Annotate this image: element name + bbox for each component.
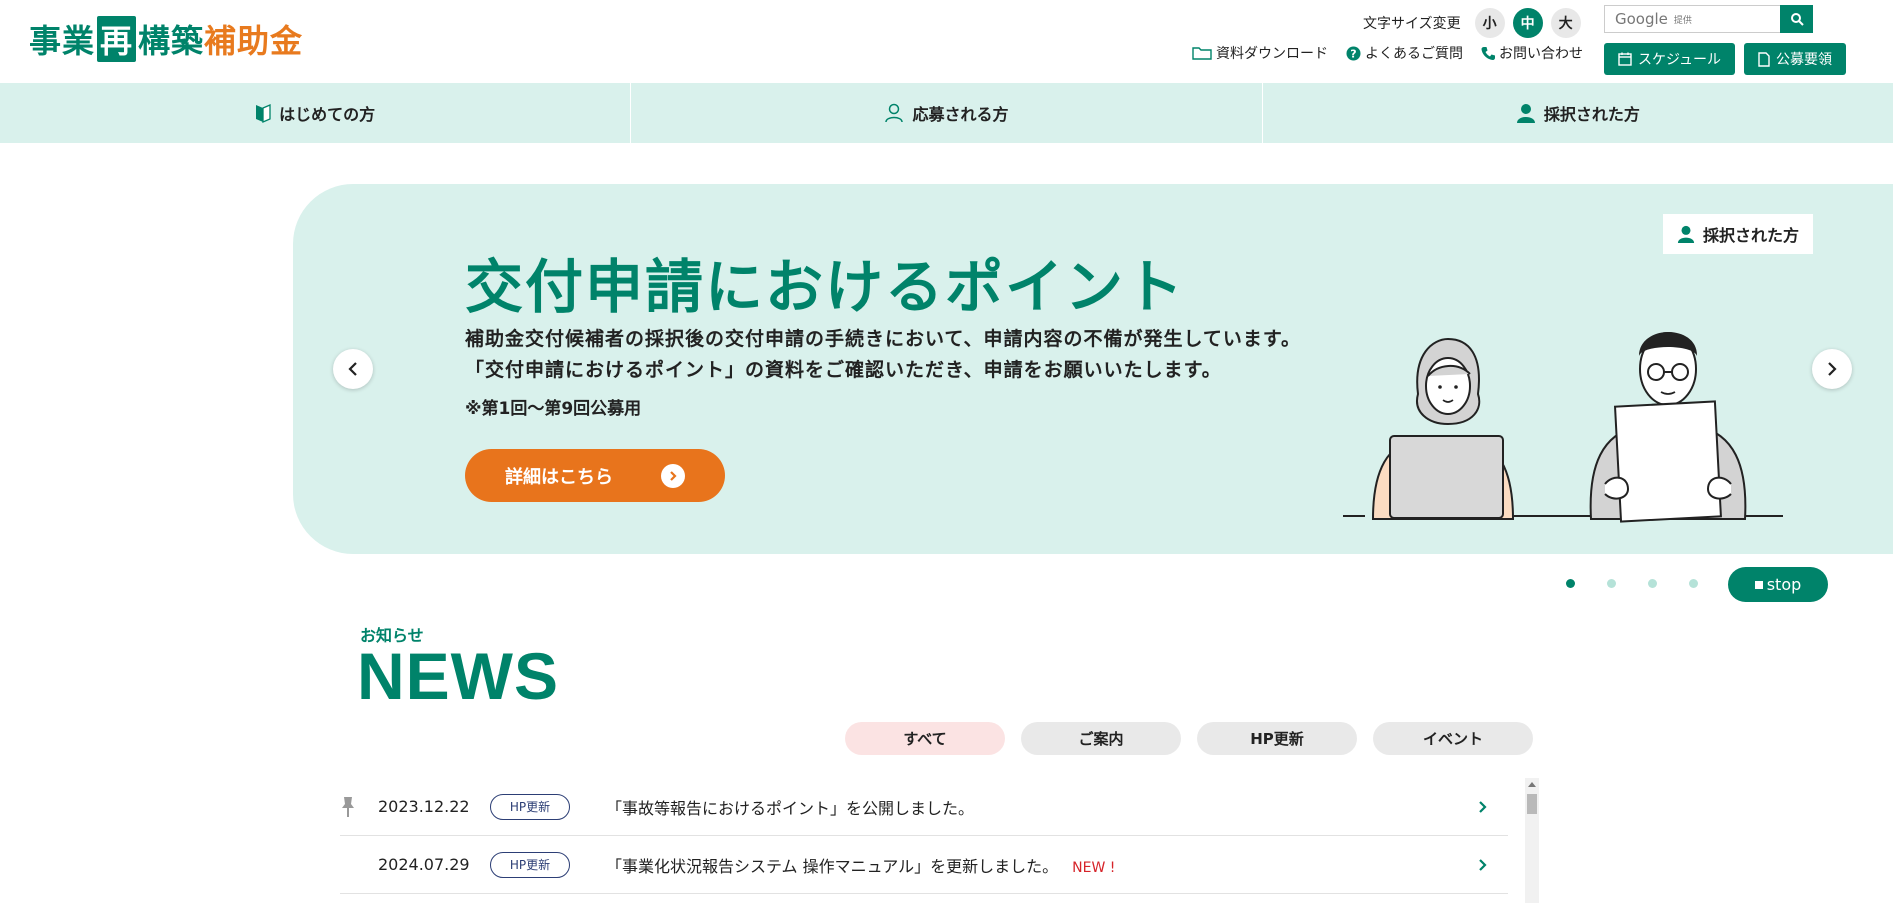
filter-tab-info[interactable]: ご案内 [1021,722,1181,755]
font-size-control: 文字サイズ変更 小 中 大 [1363,8,1581,38]
arrow-right-circle-icon [661,463,685,488]
faq-link-label: よくあるご質問 [1365,46,1463,62]
hero-banner: 交付申請におけるポイント 補助金交付候補者の採択後の交付申請の手続きにおいて、申… [293,184,1893,554]
carousel-next-button[interactable] [1812,349,1852,389]
news-scrollbar[interactable] [1525,778,1539,903]
news-item[interactable]: 2023.12.22 HP更新 「事故等報告におけるポイント」を公開しました。 [340,778,1508,836]
news-item[interactable]: 2024.07.29 HP更新 「事業化状況報告システム 操作マニュアル」を更新… [340,836,1508,894]
contact-link-label: お問い合わせ [1499,46,1583,62]
stop-button-label: stop [1766,575,1802,594]
nav-item-label: 採択された方 [1543,105,1640,124]
hero-category-badge: 採択された方 [1662,214,1813,254]
faq-link[interactable]: ? よくあるご質問 [1346,43,1463,63]
hero-description: 補助金交付候補者の採択後の交付申請の手続きにおいて、申請内容の不備が発生していま… [465,324,1301,386]
nav-item-applicants[interactable]: 応募される方 [631,83,1263,143]
utility-links: 資料ダウンロード ? よくあるご質問 お問い合わせ [1192,43,1583,63]
search-placeholder: Google [1615,10,1668,28]
news-title-text: 「事業化状況報告システム 操作マニュアル」を更新しました。 [606,856,1059,876]
person-icon [1677,225,1695,243]
contact-link[interactable]: お問い合わせ [1481,43,1583,63]
nav-item-adopted[interactable]: 採択された方 [1263,83,1893,143]
chevron-right-icon [1479,801,1487,813]
download-link-label: 資料ダウンロード [1216,46,1328,62]
guidelines-button[interactable]: 公募要領 [1744,43,1847,75]
scrollbar-thumb[interactable] [1527,794,1537,814]
news-date: 2023.12.22 [378,797,470,816]
logo-text-1: 事業 [29,22,96,60]
news-text: 「事業化状況報告システム 操作マニュアル」を更新しました。 NEW ! [606,853,1115,877]
beginner-mark-icon [256,104,271,123]
person-icon [1516,104,1535,123]
carousel-dot[interactable] [1566,579,1575,588]
stop-icon [1754,580,1763,589]
person-outline-icon [885,103,904,123]
nav-item-label: 応募される方 [912,105,1009,124]
search-button[interactable] [1780,5,1813,33]
nav-item-first-time[interactable]: はじめての方 [0,83,632,143]
filter-tab-hp-update[interactable]: HP更新 [1197,722,1357,755]
news-tag: HP更新 [490,793,570,820]
carousel-prev-button[interactable] [333,349,373,389]
font-size-label: 文字サイズ変更 [1363,16,1461,32]
news-list: 2023.12.22 HP更新 「事故等報告におけるポイント」を公開しました。 … [340,778,1508,894]
guidelines-button-label: 公募要領 [1776,52,1833,68]
schedule-button[interactable]: スケジュール [1604,43,1736,75]
news-title: NEWS [357,639,559,713]
chevron-left-icon [348,362,357,376]
main-nav: はじめての方 応募される方 採択された方 [0,83,1893,143]
hero-description-line: 「交付申請におけるポイント」の資料をご確認いただき、申請をお願いいたします。 [465,359,1222,381]
hero-details-label: 詳細はこちら [505,466,613,488]
hero-description-line: 補助金交付候補者の採択後の交付申請の手続きにおいて、申請内容の不備が発生していま… [465,328,1302,350]
news-filter-tabs: すべて ご案内 HP更新 イベント [845,722,1533,755]
phone-icon [1481,46,1495,60]
filter-tab-event[interactable]: イベント [1373,722,1533,755]
filter-tab-all[interactable]: すべて [845,722,1005,755]
search-input[interactable]: Google 提供 [1604,5,1781,33]
pin-icon [342,797,354,817]
scroll-up-icon[interactable] [1528,782,1536,787]
news-title-text: 「事故等報告におけるポイント」を公開しました。 [606,798,975,818]
carousel-dot[interactable] [1607,579,1616,588]
site-logo[interactable]: 事業 再 構築 補助金 [29,16,303,62]
news-date: 2024.07.29 [378,855,470,874]
carousel-dot[interactable] [1689,579,1698,588]
schedule-button-label: スケジュール [1638,52,1722,68]
new-badge: NEW ! [1072,859,1116,876]
hero-note: ※第1回〜第9回公募用 [465,399,642,419]
font-size-medium-button[interactable]: 中 [1512,8,1543,38]
hero-badge-label: 採択された方 [1702,226,1799,245]
header-buttons: スケジュール 公募要領 [1604,43,1847,75]
folder-icon [1192,47,1212,60]
nav-item-label: はじめての方 [279,105,376,124]
logo-text-2: 再 [97,16,137,62]
logo-text-4: 補助金 [204,22,304,60]
hero-illustration [1343,332,1783,523]
svg-text:?: ? [1350,47,1356,60]
document-icon [1758,51,1770,67]
carousel-indicators [1566,579,1698,588]
logo-text-3: 構築 [138,22,205,60]
chevron-right-icon [1828,362,1837,376]
carousel-dot[interactable] [1648,579,1657,588]
search-icon [1790,13,1804,26]
hero-title: 交付申請におけるポイント [465,253,1186,321]
header: 事業 再 構築 補助金 文字サイズ変更 小 中 大 Google 提供 資料ダウ… [0,0,1893,83]
carousel-stop-button[interactable]: stop [1728,567,1828,602]
hero-details-button[interactable]: 詳細はこちら [465,449,725,502]
font-size-large-button[interactable]: 大 [1550,8,1581,38]
news-text: 「事故等報告におけるポイント」を公開しました。 [606,795,974,819]
search-box: Google 提供 [1604,5,1813,33]
chevron-right-icon [1479,859,1487,871]
question-icon: ? [1346,46,1361,60]
search-powered-label: 提供 [1673,15,1692,26]
font-size-small-button[interactable]: 小 [1474,8,1505,38]
news-tag: HP更新 [490,851,570,878]
download-link[interactable]: 資料ダウンロード [1192,43,1328,63]
calendar-icon [1618,52,1632,66]
